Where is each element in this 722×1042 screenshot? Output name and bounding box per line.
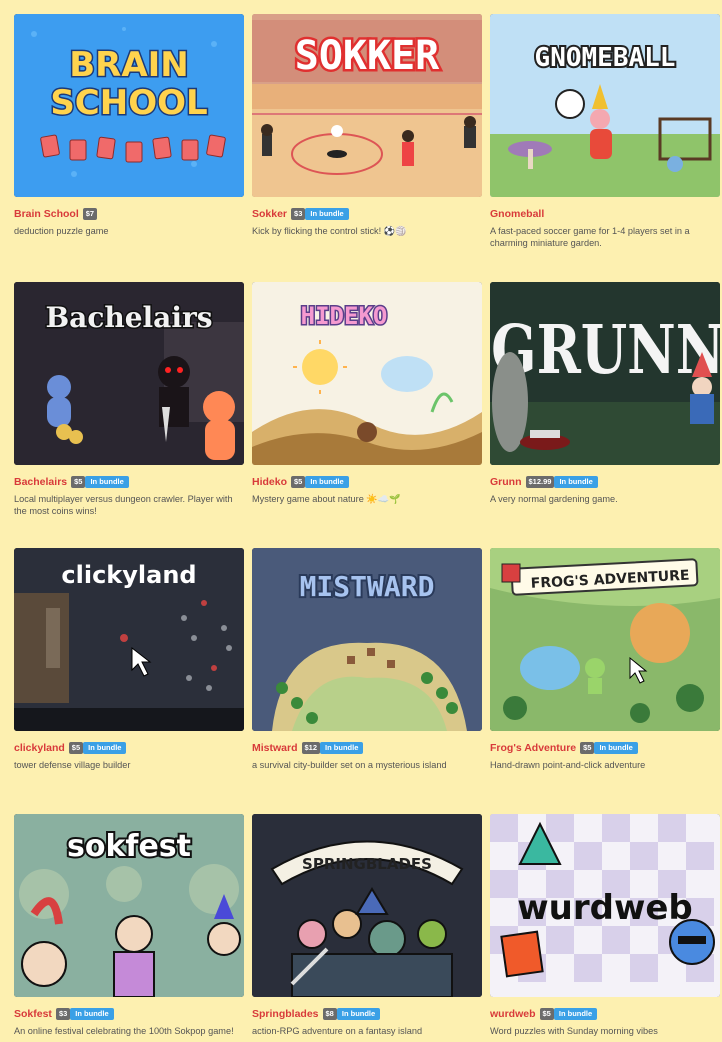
game-thumbnail[interactable]: sokfest — [14, 814, 244, 997]
in-bundle-badge: In bundle — [336, 1008, 381, 1020]
art-title-line1: BRAIN — [69, 45, 189, 85]
svg-text:MISTWARD: MISTWARD — [300, 570, 435, 603]
svg-text:GNOMEBALL: GNOMEBALL — [535, 43, 676, 73]
svg-text:Bachelairs: Bachelairs — [46, 301, 213, 334]
in-bundle-badge: In bundle — [85, 476, 129, 488]
in-bundle-badge: In bundle — [305, 208, 349, 220]
game-description: Word puzzles with Sunday morning vibes — [490, 1026, 658, 1036]
svg-text:wurdweb: wurdweb — [517, 888, 693, 928]
game-description: An online festival celebrating the 100th… — [14, 1026, 234, 1036]
in-bundle-badge: In bundle — [83, 742, 127, 754]
game-thumbnail[interactable]: SOKKER — [252, 14, 482, 197]
svg-text:HIDEKO: HIDEKO — [301, 302, 388, 330]
price-badge: $3 — [291, 208, 306, 220]
game-title-link[interactable]: clickyland — [14, 742, 65, 754]
price-badge: $5 — [68, 742, 84, 754]
game-description: Hand-drawn point-and-click adventure — [490, 760, 646, 770]
game-title-link[interactable]: Mistward — [252, 742, 298, 754]
in-bundle-badge: In bundle — [554, 476, 598, 488]
game-description: A very normal gardening game. — [490, 494, 618, 504]
game-thumbnail[interactable]: SPRINGBLADES — [252, 814, 482, 997]
game-thumbnail[interactable]: BRAIN SCHOOL — [14, 14, 244, 197]
svg-text:clickyland: clickyland — [61, 561, 196, 589]
game-title-link[interactable]: Hideko — [252, 476, 287, 488]
game-description: A fast-paced soccer game for 1-4 players… — [490, 226, 690, 248]
price-badge: $5 — [539, 1008, 554, 1020]
game-description: deduction puzzle game — [14, 226, 109, 236]
game-description: a survival city-builder set on a mysteri… — [252, 760, 447, 770]
game-description: action-RPG adventure on a fantasy island — [252, 1026, 423, 1036]
in-bundle-badge: In bundle — [553, 1008, 598, 1020]
game-title-link[interactable]: Gnomeball — [490, 208, 544, 220]
svg-text:SPRINGBLADES: SPRINGBLADES — [302, 855, 432, 873]
game-title-link[interactable]: Frog's Adventure — [490, 742, 576, 754]
game-title-link[interactable]: Springblades — [252, 1008, 319, 1020]
game-thumbnail[interactable]: Bachelairs — [14, 282, 244, 465]
price-badge: $12 — [301, 742, 321, 754]
game-description: Mystery game about nature ☀️☁️🌱 — [252, 494, 401, 504]
price-badge: $5 — [71, 476, 86, 488]
game-thumbnail[interactable]: GNOMEBALL — [490, 14, 720, 197]
price-badge: $3 — [55, 1008, 71, 1020]
in-bundle-badge: In bundle — [305, 476, 349, 488]
art-title-line2: SCHOOL — [50, 83, 207, 123]
price-badge: $8 — [322, 1008, 337, 1020]
price-badge: $5 — [291, 476, 306, 488]
game-thumbnail[interactable]: HIDEKO — [252, 282, 482, 465]
game-title-link[interactable]: Sokfest — [14, 1008, 52, 1020]
game-title-link[interactable]: Bachelairs — [14, 476, 67, 488]
game-description: tower defense village builder — [14, 760, 131, 770]
game-thumbnail[interactable]: wurdweb — [490, 814, 720, 997]
price-badge: $12.99 — [525, 476, 555, 488]
game-title-link[interactable]: wurdweb — [490, 1008, 536, 1020]
game-thumbnail[interactable]: FROG'S ADVENTURE — [490, 548, 720, 731]
game-description: Kick by flicking the control stick! ⚽🏐 — [252, 226, 407, 236]
game-title-link[interactable]: Grunn — [490, 476, 522, 488]
price-badge: $7 — [82, 208, 98, 220]
game-title-link[interactable]: Sokker — [252, 208, 287, 220]
in-bundle-badge: In bundle — [70, 1008, 114, 1020]
game-title-link[interactable]: Brain School — [14, 208, 79, 220]
in-bundle-badge: In bundle — [594, 742, 638, 754]
game-description: Local multiplayer versus dungeon crawler… — [14, 494, 233, 516]
svg-text:sokfest: sokfest — [67, 829, 191, 864]
price-badge: $5 — [580, 742, 595, 754]
game-thumbnail[interactable]: clickyland — [14, 548, 244, 731]
game-thumbnail[interactable]: GRUNN — [490, 282, 720, 465]
game-thumbnail[interactable]: MISTWARD — [252, 548, 482, 731]
svg-text:SOKKER: SOKKER — [295, 33, 440, 79]
in-bundle-badge: In bundle — [320, 742, 364, 754]
